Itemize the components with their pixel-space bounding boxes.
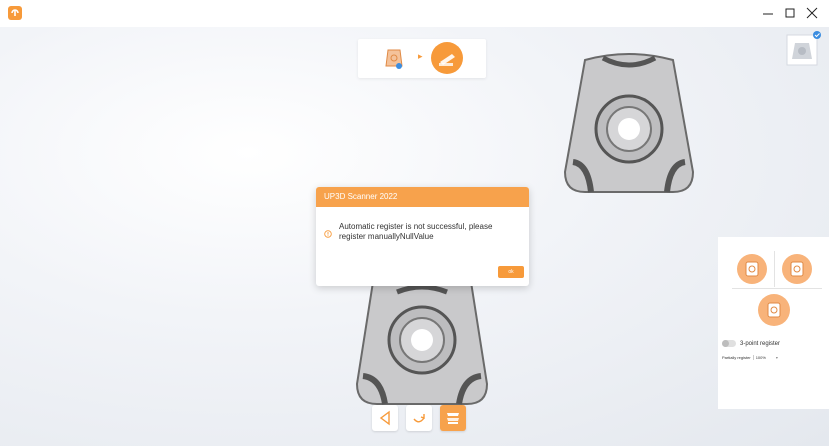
scanner-icon[interactable] <box>431 42 463 74</box>
chevron-down-icon[interactable]: ▾ <box>776 355 778 360</box>
three-point-label: 3-point register <box>740 340 781 347</box>
left-register-button[interactable] <box>737 254 767 284</box>
lower-jaw-model[interactable] <box>355 280 489 411</box>
partial-register-label: Partially register <box>722 355 751 360</box>
maximize-icon[interactable] <box>779 3 801 23</box>
bottom-register-button[interactable] <box>758 294 790 326</box>
three-point-toggle[interactable] <box>722 340 736 347</box>
register-error-dialog: UP3D Scanner 2022 Automatic register is … <box>316 187 529 286</box>
ok-button[interactable]: ok <box>498 266 524 278</box>
bottom-toolbar <box>372 405 466 431</box>
back-icon[interactable] <box>372 405 398 431</box>
title-bar <box>0 0 829 27</box>
register-panel: 3-point register Partially register 100%… <box>718 237 829 409</box>
warning-icon <box>324 225 332 243</box>
dialog-title: UP3D Scanner 2022 <box>316 187 529 207</box>
scan-icon[interactable] <box>440 405 466 431</box>
app-logo-icon <box>8 6 22 20</box>
right-register-button[interactable] <box>782 254 812 284</box>
minimize-icon[interactable] <box>757 3 779 23</box>
three-point-toggle-row: 3-point register <box>722 340 780 347</box>
preview-thumbnail[interactable] <box>785 31 821 67</box>
step-arrow: ▸ <box>418 51 423 61</box>
panel-divider <box>774 251 775 287</box>
upper-jaw-model[interactable] <box>563 52 695 199</box>
partial-register-row: Partially register 100% ▾ <box>722 355 778 360</box>
partial-register-select[interactable]: 100% <box>752 355 766 360</box>
rotate-icon[interactable] <box>406 405 432 431</box>
close-icon[interactable] <box>801 3 823 23</box>
lower-jaw-icon[interactable] <box>384 48 404 75</box>
dialog-message: Automatic register is not successful, pl… <box>339 222 493 241</box>
step-panel: ▸ <box>358 39 486 78</box>
panel-divider-h <box>732 288 822 289</box>
